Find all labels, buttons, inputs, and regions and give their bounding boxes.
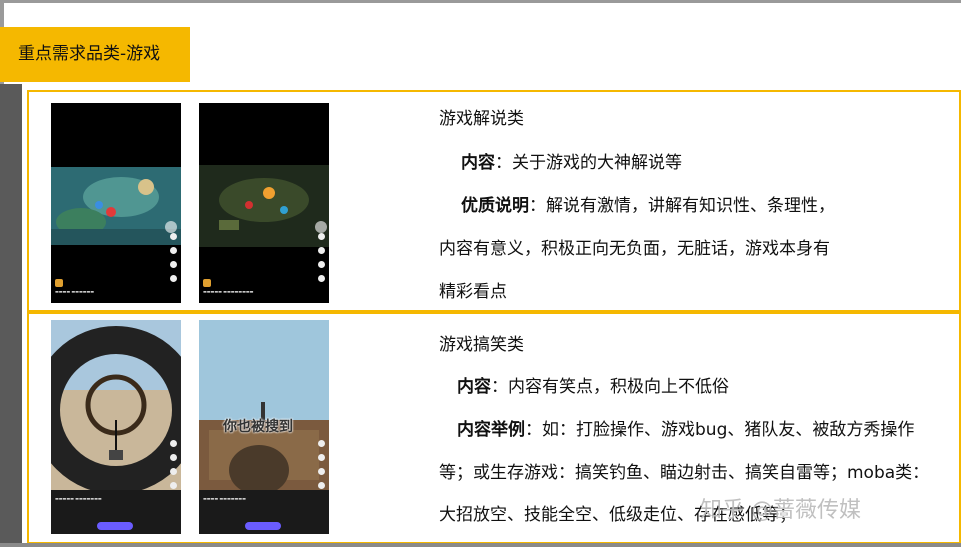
side-action-icons — [318, 233, 326, 289]
content-label: 内容 — [457, 377, 491, 397]
video-thumbnail-shooter-scope[interactable]: ▬▬▬▬▬ ▬▬▬▬▬▬▬ — [51, 320, 181, 534]
content-line: 内容：内容有笑点，积极向上不低俗 — [439, 372, 729, 397]
open-app-button[interactable] — [97, 522, 133, 530]
side-action-icons — [170, 233, 178, 289]
slide-title: 重点需求品类-游戏 — [0, 27, 190, 82]
example-label: 内容举例 — [457, 420, 525, 440]
watermark: 知乎 @蔷薇传媒 — [700, 498, 861, 523]
side-action-icons — [170, 440, 178, 496]
video-thumbnail-moba-1[interactable]: ▬▬▬▬ ▬▬▬▬▬▬ — [51, 103, 181, 303]
thumbnail-caption: ▬▬▬▬▬ ▬▬▬▬▬▬▬ — [55, 496, 102, 501]
example-line: 内容举例：如：打脸操作、游戏bug、猪队友、被敌方秀操作 — [439, 415, 914, 440]
thumbnail-caption: ▬▬▬▬ ▬▬▬▬▬▬ — [55, 289, 95, 294]
section-game-commentary: ▬▬▬▬ ▬▬▬▬▬▬ ▬▬▬▬▬ ▬▬▬▬▬▬▬▬ 游戏解说类 内容：关于游戏… — [27, 90, 961, 312]
thumbnail-caption: ▬▬▬▬▬ ▬▬▬▬▬▬▬▬ — [203, 289, 254, 294]
thumbnail-caption: ▬▬▬▬ ▬▬▬▬▬▬▬ — [203, 496, 246, 501]
frame-top-border — [0, 0, 961, 3]
content-line: 内容：关于游戏的大神解说等 — [439, 148, 682, 173]
side-action-icons — [318, 440, 326, 496]
quality-text-line-2: 内容有意义，积极正向无负面，无脏话，游戏本身有 — [439, 239, 830, 259]
quality-text-line-3: 精彩看点 — [439, 282, 507, 302]
quality-text: ：解说有激情，讲解有知识性、条理性， — [529, 196, 835, 216]
example-text: ：如：打脸操作、游戏bug、猪队友、被敌方秀操作 — [525, 420, 915, 440]
video-overlay-text: 你也被搜到 — [223, 419, 293, 435]
content-text: ：关于游戏的大神解说等 — [495, 153, 682, 173]
moba-game-image — [51, 167, 181, 245]
frame-bottom-border — [0, 543, 961, 547]
scope-game-image — [51, 320, 181, 490]
example-text-line-2: 等；或生存游戏：搞笑钓鱼、瞄边射击、搞笑自雷等；moba类： — [439, 463, 930, 483]
category-heading: 游戏搞笑类 — [439, 335, 524, 355]
shooter-game-image — [199, 320, 329, 490]
quality-line: 优质说明：解说有激情，讲解有知识性、条理性， — [439, 191, 835, 216]
category-heading: 游戏解说类 — [439, 109, 524, 129]
avatar — [55, 279, 63, 287]
video-thumbnail-shooter-funny[interactable]: 你也被搜到 ▬▬▬▬ ▬▬▬▬▬▬▬ — [199, 320, 329, 534]
open-app-button[interactable] — [245, 522, 281, 530]
avatar — [203, 279, 211, 287]
video-thumbnail-moba-2[interactable]: ▬▬▬▬▬ ▬▬▬▬▬▬▬▬ — [199, 103, 329, 303]
left-side-bar — [0, 84, 22, 547]
quality-label: 优质说明 — [461, 196, 529, 216]
moba-game-image — [199, 165, 329, 247]
content-label: 内容 — [461, 153, 495, 173]
content-text: ：内容有笑点，积极向上不低俗 — [491, 377, 729, 397]
